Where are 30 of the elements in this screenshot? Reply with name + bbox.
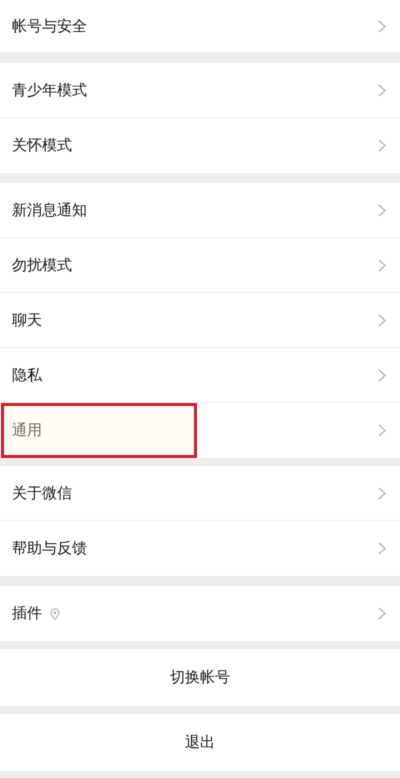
action-button[interactable]: 切换帐号 — [0, 649, 400, 706]
settings-row[interactable]: 关怀模式 — [0, 118, 400, 173]
row-label: 隐私 — [12, 366, 42, 384]
action-button[interactable]: 退出 — [0, 714, 400, 771]
row-label: 帐号与安全 — [12, 16, 87, 36]
row-label: 勿扰模式 — [12, 256, 72, 274]
chevron-right-icon — [378, 368, 386, 382]
chevron-right-icon — [378, 258, 386, 272]
chevron-right-icon — [378, 424, 386, 437]
chevron-right-icon — [378, 84, 386, 96]
settings-row[interactable]: 帮助与反馈 — [0, 521, 400, 576]
chevron-right-icon — [378, 607, 386, 620]
chevron-right-icon — [378, 314, 386, 326]
chevron-right-icon — [378, 204, 386, 216]
pin-icon — [50, 608, 60, 620]
settings-row[interactable]: 插件 — [0, 586, 400, 641]
row-label: 帮助与反馈 — [12, 539, 87, 558]
chevron-right-icon — [378, 486, 386, 500]
row-label: 聊天 — [12, 310, 42, 330]
row-label: 关于微信 — [12, 484, 72, 502]
row-label: 插件 — [12, 604, 42, 623]
settings-row[interactable]: 帐号与安全 — [0, 0, 400, 52]
row-label: 通用 — [12, 421, 42, 440]
row-label: 青少年模式 — [12, 80, 87, 100]
row-label: 新消息通知 — [12, 200, 87, 220]
row-label: 关怀模式 — [12, 136, 72, 155]
settings-row[interactable]: 通用 — [0, 403, 400, 458]
chevron-right-icon — [378, 139, 386, 152]
chevron-right-icon — [378, 542, 386, 555]
chevron-right-icon — [378, 20, 386, 32]
